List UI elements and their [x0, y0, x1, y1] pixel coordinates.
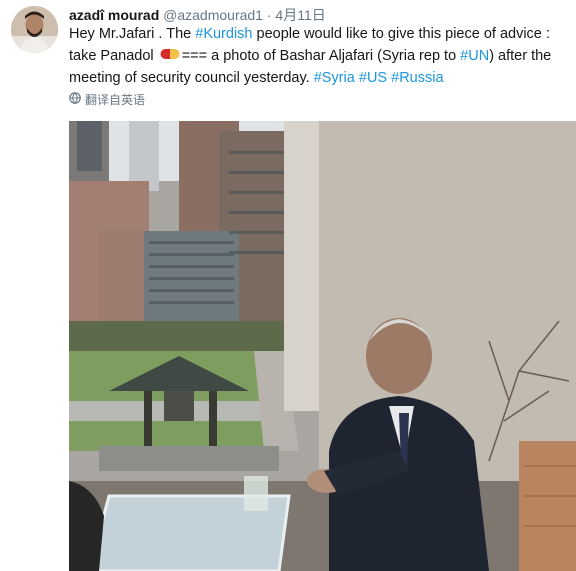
- hashtag-us[interactable]: #US: [359, 70, 387, 86]
- hashtag-syria[interactable]: #Syria: [314, 70, 355, 86]
- globe-icon: [69, 92, 81, 107]
- hashtag-kurdish[interactable]: #Kurdish: [195, 26, 252, 42]
- text-part-3: === a photo of Bashar Aljafari (Syria re…: [181, 48, 461, 64]
- avatar[interactable]: [11, 6, 58, 53]
- hashtag-russia[interactable]: #Russia: [391, 70, 443, 86]
- translate-label: 翻译自英语: [85, 93, 146, 107]
- translate-link[interactable]: 翻译自英语: [69, 91, 145, 108]
- separator-dot: ·: [266, 7, 272, 23]
- author-name[interactable]: azadî mourad: [69, 7, 159, 23]
- hashtag-un[interactable]: #UN: [460, 48, 489, 64]
- text-part-1: Hey Mr.Jafari . The: [69, 26, 196, 42]
- tweet-photo[interactable]: [69, 121, 576, 571]
- tweet-text: Hey Mr.Jafari . The #Kurdish people woul…: [69, 23, 574, 89]
- tweet-header: azadî mourad @azadmourad1 · 4月11日: [69, 6, 326, 24]
- author-handle[interactable]: @azadmourad1: [163, 7, 263, 23]
- timestamp[interactable]: 4月11日: [275, 7, 325, 23]
- pill-emoji: [160, 45, 180, 67]
